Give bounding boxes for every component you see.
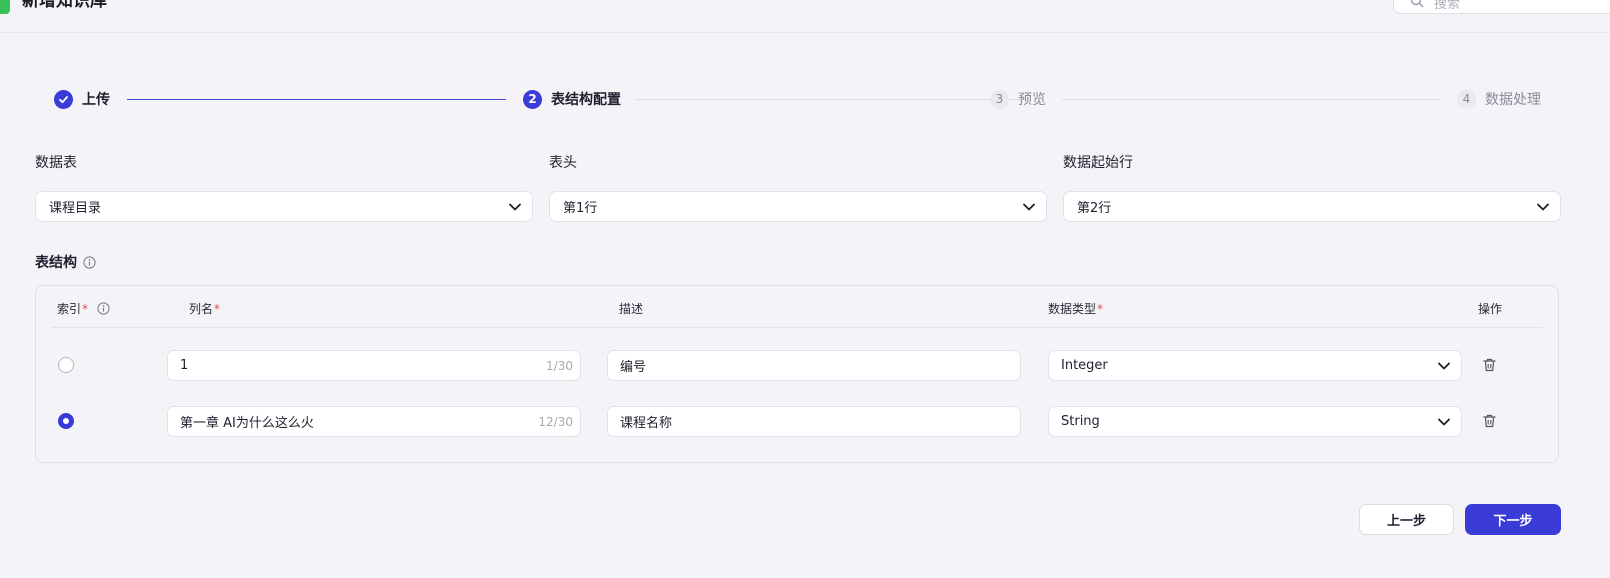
step-label: 预览 bbox=[1018, 92, 1046, 108]
info-icon[interactable] bbox=[97, 302, 110, 315]
section-title-text: 表结构 bbox=[35, 255, 77, 271]
header-row-select[interactable]: 第1行 bbox=[549, 191, 1047, 222]
column-header-description: 描述 bbox=[619, 300, 643, 317]
page-title: 新增知识库 bbox=[22, 0, 107, 11]
index-radio[interactable] bbox=[58, 357, 74, 373]
step-preview[interactable]: 3 预览 bbox=[990, 88, 1046, 110]
step-number: 3 bbox=[990, 89, 1009, 109]
table-select-label: 数据表 bbox=[35, 155, 77, 171]
stepper: 上传 2 表结构配置 3 预览 4 数据处理 bbox=[54, 88, 1544, 110]
data-type-select[interactable]: Integer bbox=[1048, 350, 1462, 381]
step-number: 2 bbox=[523, 89, 542, 109]
column-header-text: 索引 bbox=[57, 302, 82, 316]
table-select-value: 课程目录 bbox=[49, 201, 102, 216]
column-name-value: 1 bbox=[180, 358, 189, 373]
data-type-select[interactable]: String bbox=[1048, 406, 1462, 437]
table-structure-card: 索引 * 列名 * 描述 数据类型 * 操作 1 1/30 编号 Integer 第一… bbox=[35, 285, 1559, 463]
data-type-value: Integer bbox=[1061, 358, 1108, 373]
data-type-value: String bbox=[1061, 414, 1100, 429]
column-header-actions: 操作 bbox=[1478, 300, 1502, 317]
app-logo-icon bbox=[0, 0, 10, 14]
step-label: 表结构配置 bbox=[551, 92, 621, 108]
step-label: 数据处理 bbox=[1485, 92, 1541, 108]
column-header-name: 列名 * bbox=[189, 300, 220, 317]
index-radio-selected[interactable] bbox=[58, 413, 74, 429]
chevron-down-icon bbox=[509, 203, 521, 211]
chevron-down-icon bbox=[1537, 203, 1549, 211]
next-step-button[interactable]: 下一步 bbox=[1465, 504, 1561, 535]
required-mark: * bbox=[214, 301, 221, 316]
column-header-data-type: 数据类型 * bbox=[1048, 300, 1103, 317]
step-number: 4 bbox=[1457, 89, 1476, 109]
trash-icon[interactable] bbox=[1483, 414, 1496, 428]
description-input[interactable]: 课程名称 bbox=[607, 406, 1021, 437]
step-upload[interactable]: 上传 bbox=[54, 88, 110, 110]
info-icon[interactable] bbox=[83, 255, 96, 269]
column-header-text: 描述 bbox=[619, 302, 644, 316]
step-table-config[interactable]: 2 表结构配置 bbox=[523, 88, 621, 110]
search-placeholder: 搜索 bbox=[1434, 0, 1461, 12]
step-connector bbox=[636, 99, 1027, 100]
column-name-input[interactable]: 第一章 AI为什么这么火 12/30 bbox=[167, 406, 581, 437]
trash-icon[interactable] bbox=[1483, 358, 1496, 372]
required-mark: * bbox=[1097, 301, 1104, 316]
column-header-index: 索引 * bbox=[57, 300, 110, 317]
search-icon bbox=[1410, 0, 1424, 8]
table-select[interactable]: 课程目录 bbox=[35, 191, 533, 222]
column-header-text: 列名 bbox=[189, 302, 214, 316]
column-name-input[interactable]: 1 1/30 bbox=[167, 350, 581, 381]
top-bar: 新增知识库 搜索 bbox=[0, 0, 1610, 33]
data-start-row-select[interactable]: 第2行 bbox=[1063, 191, 1561, 222]
prev-step-button[interactable]: 上一步 bbox=[1359, 504, 1454, 535]
step-connector bbox=[127, 99, 506, 100]
table-structure-title: 表结构 bbox=[35, 252, 96, 272]
step-label: 上传 bbox=[82, 92, 110, 108]
header-row-value: 第1行 bbox=[563, 201, 598, 216]
description-input[interactable]: 编号 bbox=[607, 350, 1021, 381]
char-count: 12/30 bbox=[538, 415, 573, 429]
step-connector bbox=[1062, 99, 1441, 100]
chevron-down-icon bbox=[1438, 418, 1450, 426]
search-input[interactable]: 搜索 bbox=[1393, 0, 1610, 14]
chevron-down-icon bbox=[1438, 362, 1450, 370]
data-start-row-value: 第2行 bbox=[1077, 201, 1112, 216]
chevron-down-icon bbox=[1023, 203, 1035, 211]
description-value: 课程名称 bbox=[620, 416, 673, 431]
header-divider bbox=[52, 327, 1543, 328]
header-row-label: 表头 bbox=[549, 155, 577, 171]
char-count: 1/30 bbox=[546, 359, 573, 373]
required-mark: * bbox=[82, 301, 89, 316]
column-header-text: 操作 bbox=[1478, 302, 1503, 316]
column-name-value: 第一章 AI为什么这么火 bbox=[180, 416, 314, 431]
description-value: 编号 bbox=[620, 360, 647, 375]
step-processing[interactable]: 4 数据处理 bbox=[1457, 88, 1541, 110]
column-header-text: 数据类型 bbox=[1048, 302, 1097, 316]
data-start-row-label: 数据起始行 bbox=[1063, 155, 1133, 171]
check-circle-icon bbox=[54, 89, 73, 109]
